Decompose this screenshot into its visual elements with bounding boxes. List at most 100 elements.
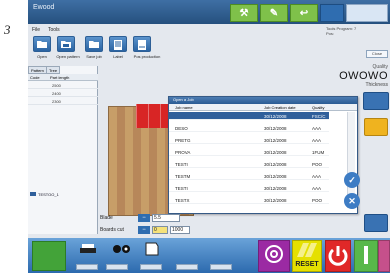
job-quality-cell: POO [312,198,323,203]
boards-cut-label: Boards cut [100,227,124,233]
job-quality-cell: 1FUM [312,150,325,155]
job-date-cell: 30/12/2008 [264,126,287,131]
blade-value-field[interactable]: 5.5 [152,214,180,222]
open-button[interactable]: Open [32,36,52,59]
top-tool-button-3[interactable]: ↩ [290,4,318,22]
job-date-cell: 30/12/2008 [264,198,287,203]
arrow-icon: ↩ [299,7,309,19]
job-row[interactable]: TESTI 30/12/2008 POO [169,160,329,168]
top-tool-button-2[interactable]: ✎ [260,4,288,22]
job-name-cell: TESTI [175,186,188,191]
tab-tree[interactable]: Tree [46,66,61,74]
close-button[interactable]: Close [366,50,388,58]
blade-decrease-button[interactable]: − [138,214,150,222]
file-icon [30,192,36,196]
top-tool-button-4[interactable] [320,4,344,22]
panel-tabs: Pattern Tree [28,66,97,74]
job-row[interactable]: PROVA 30/12/2008 1FUM [169,148,329,156]
status-field-5 [210,264,232,270]
bottom-command-bar: RESET [28,238,390,273]
column-code: Code [30,75,40,80]
folder-open-icon [33,36,51,52]
pattern-row[interactable]: 2400 [28,90,98,97]
job-quality-cell: AAA [312,138,322,143]
job-name-cell: TESTM [175,174,191,179]
open-job-dialog: Open a Job Job name Job Creation date Qu… [168,96,358,214]
job-date-cell: 30/12/2008 [264,162,287,167]
job-row[interactable]: TESTX 30/12/2008 POO [169,196,329,204]
job-file-label[interactable]: TESTOO_1 [30,192,59,197]
reset-stripes-icon [297,243,317,257]
step-number: 3 [4,22,11,37]
job-row[interactable]: PRETG 30/12/2008 AAA [169,136,329,144]
column-part-length: Part length [50,75,70,80]
dialog-title: Open a Job [169,97,357,104]
printer-icon[interactable] [80,242,96,260]
side-button-3[interactable] [364,214,388,232]
column-quality: Quality [312,105,325,110]
job-row[interactable]: 30/12/2008 FSC/C [169,112,329,120]
job-name-cell: TESTX [175,198,190,203]
counter-icon[interactable] [112,242,132,260]
pattern-row[interactable]: 2500 [28,82,98,89]
sheet-icon[interactable] [144,242,160,261]
top-tool-button-1[interactable]: ⚒ [230,4,258,22]
title-bar: Ewood ⚒ ✎ ↩ [28,0,390,24]
job-date-cell: 30/12/2008 [264,138,287,143]
position-info-line: Pos: [326,31,335,36]
toolbar: Open Open pattern Save job Label Pos pro… [28,36,198,64]
job-row[interactable]: TESTM 30/12/2008 AAA [169,172,329,180]
job-row[interactable]: DESO 30/12/2008 AAA [169,124,329,132]
job-quality-cell: AAA [312,126,322,131]
cut-controls: Blade − 5.5 Boards cut − 0 1000 [100,214,190,238]
start-bar-icon [364,246,368,264]
pattern-folder-icon [57,36,75,52]
label-button[interactable]: Label [108,36,128,59]
save-job-button[interactable]: Save job [84,36,104,59]
reset-button[interactable]: RESET [292,240,322,272]
status-field-3 [140,264,162,270]
application-screen: Ewood ⚒ ✎ ↩ File Tools Open Open pattern… [28,0,390,273]
menu-tools[interactable]: Tools [48,27,60,33]
blade-label: Blade [100,215,113,221]
label-print-button[interactable] [258,240,290,272]
job-date-cell: 30/12/2008 [264,174,287,179]
blade-row: Blade − 5.5 [100,214,190,224]
job-name-cell: PRETG [175,138,191,143]
pattern-row[interactable]: 2300 [28,98,98,105]
side-button-1[interactable] [363,92,389,110]
boards-decrease-button[interactable]: − [138,226,150,234]
side-button-2[interactable] [364,118,388,136]
job-name-cell: PROVA [175,150,191,155]
pattern-table-header: Code Part length [28,74,98,81]
menu-file[interactable]: File [32,27,40,33]
tab-pattern[interactable]: Pattern [28,66,47,74]
job-date-cell: 30/12/2008 [264,186,287,191]
reset-label: RESET [295,261,319,268]
job-table-header: Job name Job Creation date Quality [169,104,357,111]
status-field-1 [76,264,98,270]
spiral-icon [265,245,283,263]
close-icon: ✕ [348,195,356,206]
start-button[interactable] [354,240,378,272]
boards-row: Boards cut − 0 1000 [100,226,190,236]
power-button[interactable] [325,240,351,272]
extra-button[interactable] [378,240,390,272]
job-row[interactable]: TESTI 30/12/2008 AAA [169,184,329,192]
pos-production-button[interactable]: Pos production [132,36,162,59]
job-quality-cell: POO [312,162,323,167]
top-status-panel [346,4,388,22]
job-quality-cell: AAA [312,174,322,179]
label-icon [109,36,127,52]
boards-total-field[interactable]: 1000 [170,226,190,234]
window-title: Ewood [33,4,55,11]
job-name-cell: DESO [175,126,188,131]
boards-cut-field[interactable]: 0 [152,226,168,234]
open-pattern-button[interactable]: Open pattern [56,36,80,59]
pattern-panel: Pattern Tree Code Part length 2500 2400 … [28,66,98,234]
job-quality-cell: AAA [312,186,322,191]
power-icon [328,246,348,266]
folder-save-icon [85,36,103,52]
home-button[interactable] [32,241,66,271]
program-info-panel: Tools Program: 7 Pos: Close [326,26,390,62]
